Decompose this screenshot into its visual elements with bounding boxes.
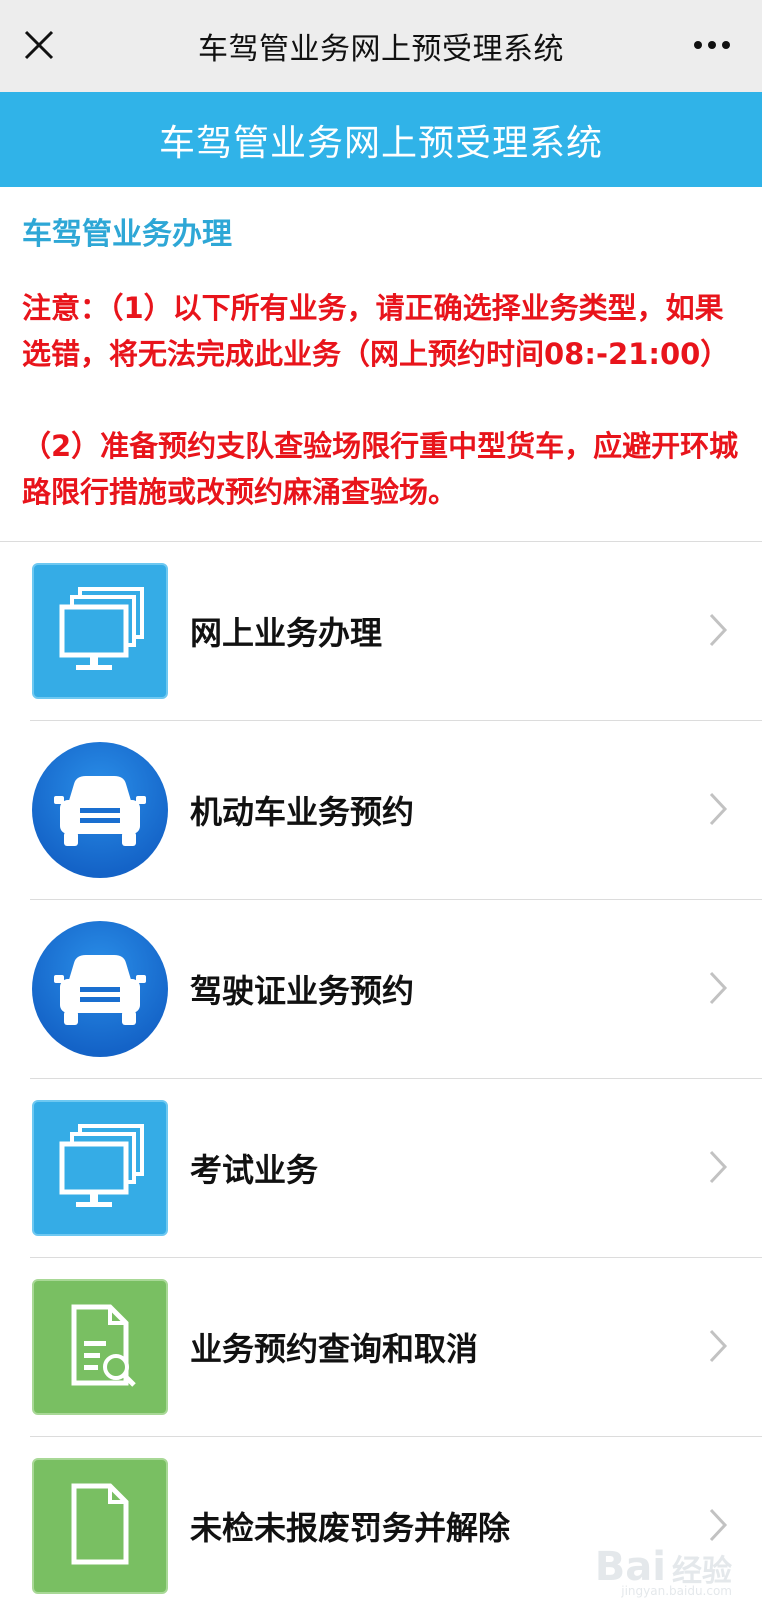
top-nav-bar: 车驾管业务网上预受理系统 <box>0 0 762 92</box>
menu-item-label: 网上业务办理 <box>190 614 383 652</box>
more-icon[interactable] <box>692 34 732 56</box>
car-icon <box>32 742 168 878</box>
car-icon <box>32 921 168 1057</box>
menu-item-vehicle-appointment[interactable]: 机动车业务预约 <box>30 720 762 899</box>
section-title: 车驾管业务办理 <box>22 217 232 252</box>
menu-item-exam-business[interactable]: 考试业务 <box>30 1078 762 1257</box>
close-icon[interactable] <box>22 28 56 62</box>
chevron-right-icon <box>709 792 728 826</box>
watermark: Bai 经验 jingyan.baidu.com <box>595 1544 732 1598</box>
document-icon <box>32 1458 168 1594</box>
menu-item-label: 机动车业务预约 <box>190 793 415 831</box>
monitor-stack-icon <box>32 1100 168 1236</box>
chevron-right-icon <box>709 1329 728 1363</box>
notice-line-1: 注意：（1）以下所有业务，请正确选择业务类型，如果选错，将无法完成此业务（网上预… <box>22 291 730 371</box>
document-search-icon <box>32 1279 168 1415</box>
monitor-stack-icon <box>32 563 168 699</box>
watermark-url: jingyan.baidu.com <box>621 1584 732 1598</box>
menu-item-label: 考试业务 <box>190 1151 319 1189</box>
notice-line-2: （2）准备预约支队查验场限行重中型货车，应避开环城路限行措施或改预约麻涌查验场。 <box>22 429 739 509</box>
menu-item-license-appointment[interactable]: 驾驶证业务预约 <box>30 899 762 1078</box>
chevron-right-icon <box>709 971 728 1005</box>
menu-item-label: 未检未报废罚务并解除 <box>190 1509 511 1547</box>
service-menu: 网上业务办理 机动车业务预约 驾驶证业务预约 考试业务 业务预约查询和取消 未检… <box>0 542 762 1615</box>
notice-text: 注意：（1）以下所有业务，请正确选择业务类型，如果选错，将无法完成此业务（网上预… <box>22 285 744 515</box>
chevron-right-icon <box>709 1150 728 1184</box>
chevron-right-icon <box>709 1508 728 1542</box>
menu-item-label: 业务预约查询和取消 <box>190 1330 479 1368</box>
window-title: 车驾管业务网上预受理系统 <box>198 32 564 67</box>
page-title: 车驾管业务网上预受理系统 <box>158 122 603 164</box>
page-header: 车驾管业务网上预受理系统 <box>0 92 762 187</box>
menu-item-appointment-query[interactable]: 业务预约查询和取消 <box>30 1257 762 1436</box>
menu-item-online-business[interactable]: 网上业务办理 <box>0 542 762 720</box>
chevron-right-icon <box>709 613 728 647</box>
menu-item-label: 驾驶证业务预约 <box>190 972 415 1010</box>
